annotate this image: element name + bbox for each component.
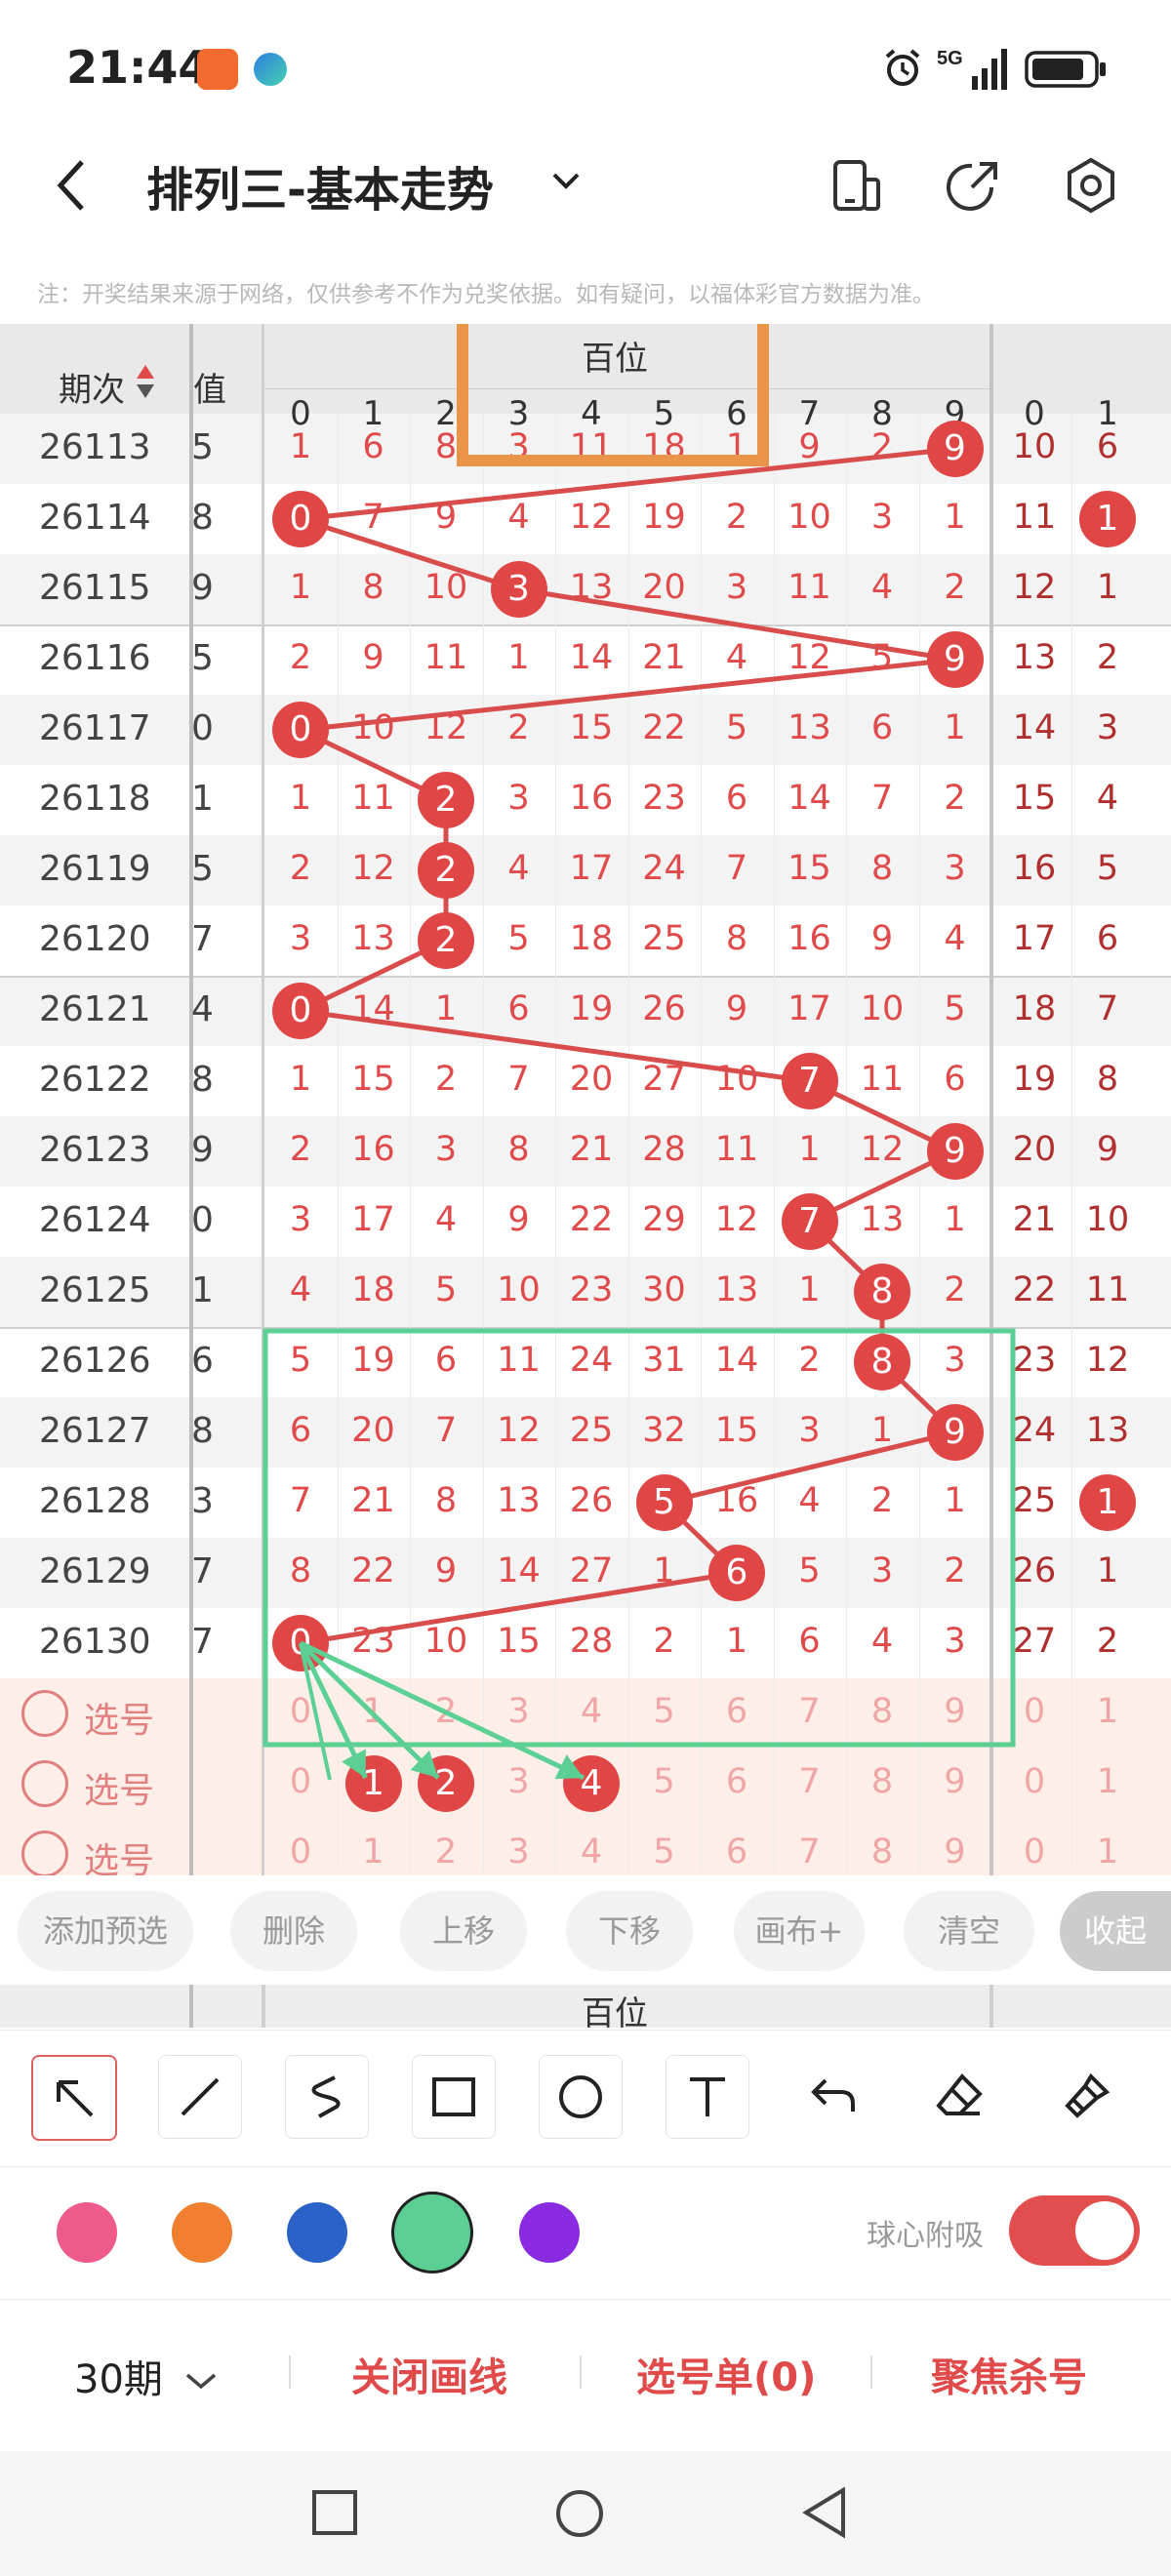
line-tool-icon	[181, 2077, 220, 2116]
text-tool-icon	[690, 2077, 725, 2116]
text-tool-button[interactable]	[666, 2055, 749, 2139]
eraser-button[interactable]	[919, 2055, 1001, 2137]
color-swatch[interactable]	[287, 2202, 347, 2263]
green-rectangle-annotation[interactable]	[262, 1328, 1016, 1748]
chevron-down-icon	[185, 2373, 216, 2390]
divider	[262, 1985, 265, 2028]
system-nav-bar	[0, 2451, 1171, 2576]
phone-layout-icon[interactable]	[831, 158, 882, 213]
color-swatch[interactable]	[172, 2202, 232, 2263]
settings-icon[interactable]	[1062, 156, 1120, 215]
green-arrow-annotation[interactable]	[299, 1640, 586, 1781]
circle-tool-button[interactable]	[539, 2055, 623, 2139]
green-arrow-annotation[interactable]	[299, 1641, 440, 1780]
curve-tool-icon	[311, 2075, 341, 2118]
undo-button[interactable]	[792, 2055, 874, 2137]
divider	[989, 1985, 993, 2028]
color-swatch[interactable]	[519, 2202, 580, 2263]
svg-text:5G: 5G	[937, 48, 963, 69]
clear-brush-button[interactable]	[1046, 2055, 1128, 2137]
eraser-icon	[936, 2073, 983, 2115]
color-swatch-selected[interactable]	[391, 2192, 473, 2274]
back-nav-icon[interactable]	[800, 2486, 849, 2539]
orange-rectangle-annotation[interactable]	[457, 324, 769, 466]
app-notification-icon	[197, 49, 238, 90]
sticky-header-strip: 百位	[0, 1985, 1171, 2033]
back-icon[interactable]	[53, 156, 92, 215]
period-select[interactable]: 30期	[74, 2348, 219, 2404]
close-lines-button[interactable]: 关闭画线	[351, 2346, 507, 2402]
battery-icon	[1025, 51, 1106, 88]
divider	[580, 2355, 582, 2389]
divider	[289, 2355, 291, 2389]
arrow-tool-button[interactable]	[31, 2055, 117, 2141]
collapse-button[interactable]: 收起	[1060, 1891, 1171, 1971]
alarm-icon	[885, 49, 920, 86]
move-down-button[interactable]: 下移	[566, 1891, 693, 1971]
rectangle-tool-button[interactable]	[412, 2055, 496, 2139]
rectangle-tool-icon	[432, 2077, 475, 2116]
color-swatch[interactable]	[57, 2202, 117, 2263]
add-preselect-button[interactable]: 添加预选	[18, 1891, 193, 1971]
green-arrow-annotation[interactable]	[299, 1642, 332, 1781]
pick-list-button[interactable]: 选号单(0)	[636, 2346, 816, 2402]
signal-icon: 5G	[937, 48, 1007, 90]
brush-icon	[1065, 2073, 1110, 2118]
canvas-plus-button[interactable]: 画布+	[734, 1891, 865, 1971]
home-icon[interactable]	[554, 2488, 605, 2539]
disclaimer-notice: 注：开奖结果来源于网络，仅供参考不作为兑奖依据。如有疑问，以福体彩官方数据为准。	[37, 282, 935, 307]
trend-chart-table[interactable]: 期次值百位 0 1 2 3 4 5 6 7 8 9 0 1 26113 5 1 6 8 3 11 18 1 9 2 10 6 261…	[0, 324, 1171, 1875]
clear-button[interactable]: 清空	[904, 1891, 1034, 1971]
arrow-tool-icon	[57, 2080, 94, 2117]
focus-kill-button[interactable]: 聚焦杀号	[931, 2346, 1087, 2402]
recents-icon[interactable]	[310, 2488, 359, 2537]
line-tool-button[interactable]	[158, 2055, 242, 2139]
chevron-down-icon[interactable]	[548, 166, 584, 195]
group-label: 百位	[582, 1994, 648, 2033]
share-icon[interactable]	[947, 158, 1001, 213]
circle-tool-icon	[559, 2075, 602, 2118]
move-up-button[interactable]: 上移	[400, 1891, 527, 1971]
app-notification-icon-2	[254, 53, 287, 86]
annotation-layer[interactable]	[0, 324, 1171, 1875]
page-title[interactable]: 排列三-基本走势	[146, 151, 494, 220]
toggle-knob	[1075, 2201, 1134, 2260]
status-time: 21:44	[66, 41, 210, 94]
curve-tool-button[interactable]	[285, 2055, 369, 2139]
period-select-label: 30期	[74, 2357, 163, 2402]
snap-label: 球心附吸	[867, 2219, 984, 2253]
delete-button[interactable]: 删除	[230, 1891, 357, 1971]
undo-icon	[811, 2078, 855, 2112]
snap-toggle[interactable]	[1009, 2195, 1140, 2266]
divider	[189, 1985, 193, 2028]
divider	[870, 2355, 872, 2389]
